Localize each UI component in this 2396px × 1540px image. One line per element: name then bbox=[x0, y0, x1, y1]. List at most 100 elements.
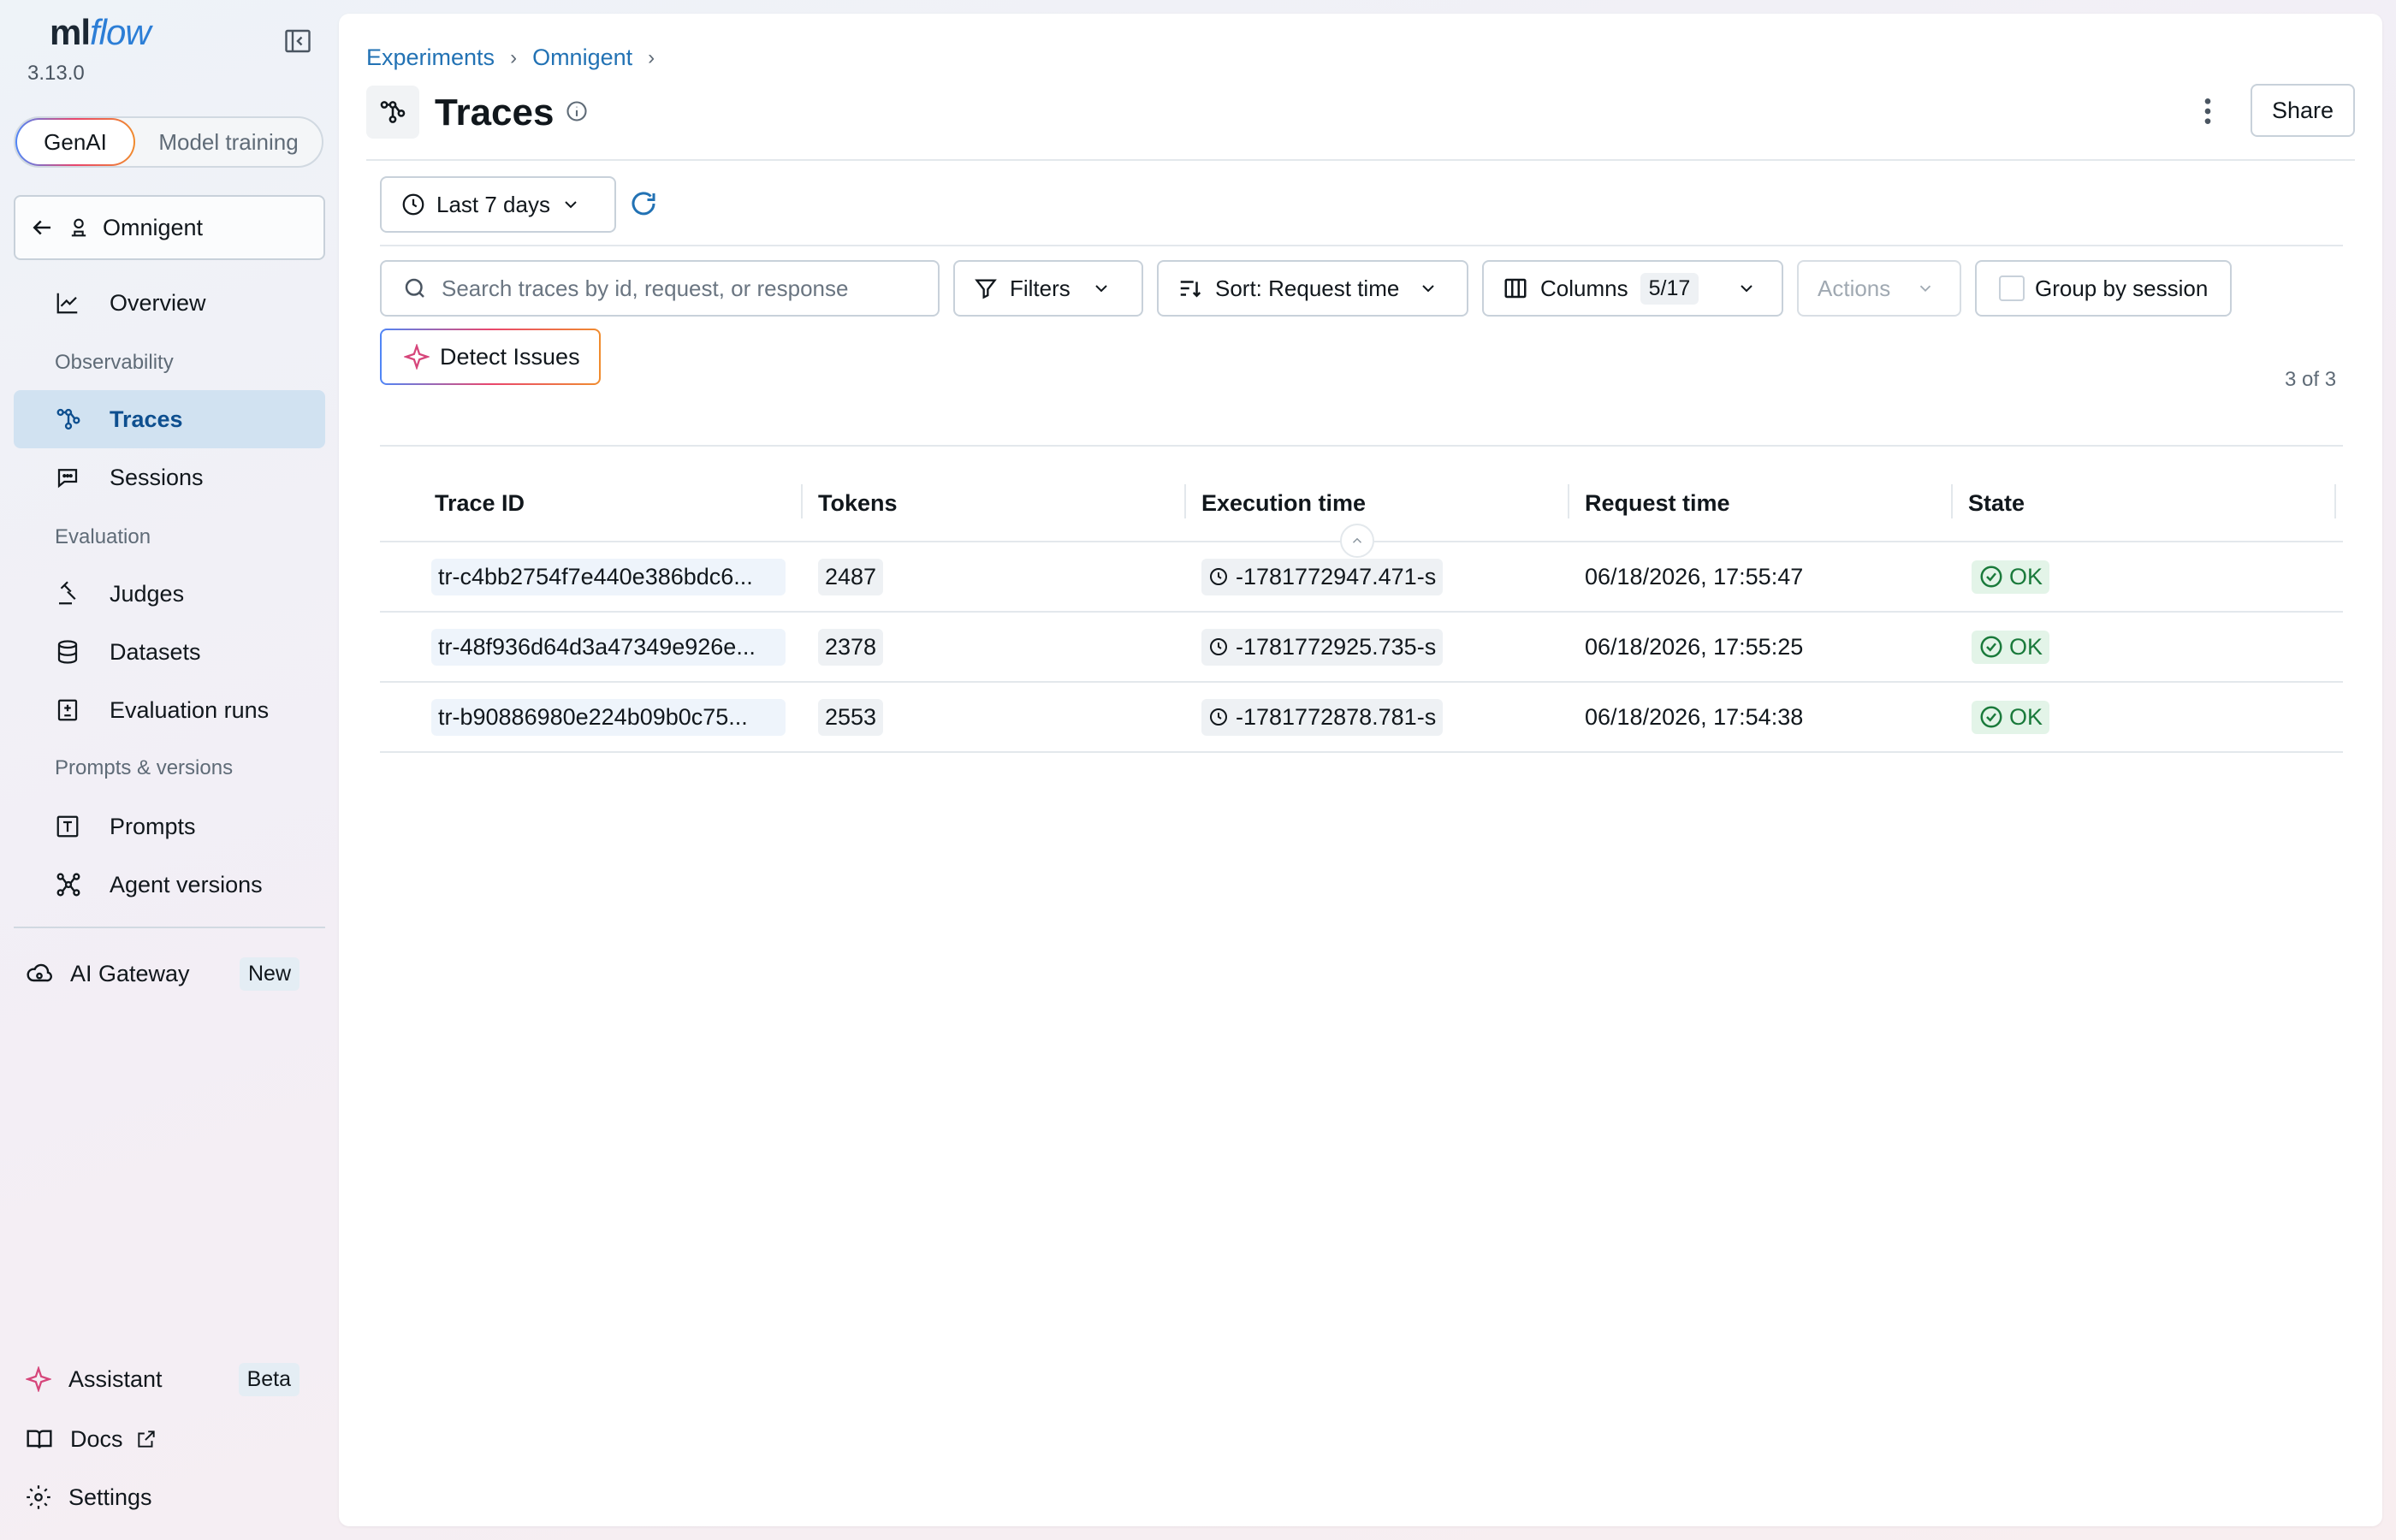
filters-button[interactable]: Filters bbox=[953, 260, 1143, 317]
breadcrumb-separator: › bbox=[510, 45, 518, 69]
sparkle-icon bbox=[26, 1366, 51, 1392]
chevron-down-icon bbox=[1422, 285, 1435, 293]
execution-time-value: -1781772925.735-s bbox=[1201, 628, 1444, 666]
column-header-trace-id[interactable]: Trace ID bbox=[435, 474, 525, 532]
external-link-icon bbox=[137, 1430, 155, 1448]
state-badge: OK bbox=[1972, 560, 2050, 594]
search-field[interactable] bbox=[442, 275, 921, 302]
column-header-tokens[interactable]: Tokens bbox=[818, 474, 898, 532]
traces-icon bbox=[56, 408, 80, 430]
column-resizer[interactable] bbox=[2334, 484, 2336, 518]
columns-icon bbox=[1504, 278, 1527, 299]
sidebar-divider bbox=[14, 927, 325, 928]
beta-badge: Beta bbox=[238, 1362, 300, 1396]
chevron-down-icon bbox=[1920, 285, 1931, 293]
traces-table: Trace ID Tokens Execution time Request t… bbox=[380, 474, 2343, 753]
info-icon[interactable] bbox=[565, 99, 589, 127]
column-header-execution-time[interactable]: Execution time bbox=[1201, 474, 1366, 532]
table-row[interactable]: tr-b90886980e224b09b0c75... 2553 -178177… bbox=[380, 683, 2343, 753]
column-resizer[interactable] bbox=[1568, 484, 1569, 518]
table-header: Trace ID Tokens Execution time Request t… bbox=[380, 474, 2343, 558]
column-resizer[interactable] bbox=[1184, 484, 1186, 518]
sidebar-item-agent-versions[interactable]: Agent versions bbox=[14, 856, 325, 914]
tokens-value: 2553 bbox=[818, 698, 884, 736]
main-panel: Experiments › Omnigent › Traces Share La… bbox=[339, 14, 2382, 1526]
clock-icon bbox=[402, 193, 424, 216]
sort-button[interactable]: Sort: Request time bbox=[1157, 260, 1468, 317]
page-title: Traces bbox=[435, 92, 555, 133]
section-observability: Observability bbox=[55, 351, 174, 374]
cloud-gateway-icon bbox=[27, 963, 52, 982]
sidebar-item-settings[interactable]: Settings bbox=[26, 1475, 152, 1519]
more-options-icon[interactable] bbox=[2196, 94, 2220, 133]
experiment-selector[interactable]: Omnigent bbox=[14, 195, 325, 260]
state-badge: OK bbox=[1972, 700, 2050, 734]
header-divider bbox=[366, 159, 2355, 161]
sidebar-item-traces[interactable]: Traces bbox=[14, 390, 325, 448]
trace-id-link[interactable]: tr-c4bb2754f7e440e386bdc6... bbox=[431, 558, 786, 595]
columns-button[interactable]: Columns 5/17 bbox=[1482, 260, 1783, 317]
sidebar-item-overview[interactable]: Overview bbox=[14, 274, 325, 332]
share-button[interactable]: Share bbox=[2251, 84, 2355, 137]
chat-bubble-icon bbox=[57, 469, 78, 489]
sidebar-item-datasets[interactable]: Datasets bbox=[14, 623, 325, 681]
sparkle-icon bbox=[404, 344, 430, 370]
chevron-down-icon bbox=[1741, 285, 1753, 293]
request-time-value: 06/18/2026, 17:55:47 bbox=[1585, 563, 1804, 589]
mode-genai-button[interactable]: GenAI bbox=[15, 118, 135, 166]
trace-id-link[interactable]: tr-48f936d64d3a47349e926e... bbox=[431, 628, 786, 666]
breadcrumb: Experiments › Omnigent › bbox=[366, 44, 655, 71]
sort-icon bbox=[1180, 281, 1201, 298]
flask-icon bbox=[71, 218, 86, 237]
chevron-down-icon bbox=[1095, 285, 1107, 293]
sidebar-item-ai-gateway[interactable]: AI Gateway New bbox=[26, 951, 300, 996]
search-input[interactable] bbox=[380, 260, 940, 317]
sidebar-item-prompts[interactable]: Prompts bbox=[14, 797, 325, 856]
breadcrumb-experiments[interactable]: Experiments bbox=[366, 44, 495, 71]
column-header-request-time[interactable]: Request time bbox=[1585, 474, 1730, 532]
column-resizer[interactable] bbox=[1951, 484, 1953, 518]
text-box-icon bbox=[56, 815, 79, 838]
detect-issues-button[interactable]: Detect Issues bbox=[380, 329, 601, 385]
columns-count-badge: 5/17 bbox=[1640, 272, 1699, 305]
group-by-session-checkbox[interactable] bbox=[1999, 275, 2025, 301]
table-row[interactable]: tr-c4bb2754f7e440e386bdc6... 2487 -17817… bbox=[380, 542, 2343, 613]
version-label: 3.13.0 bbox=[27, 62, 85, 85]
trace-id-link[interactable]: tr-b90886980e224b09b0c75... bbox=[431, 698, 786, 736]
experiment-name: Omnigent bbox=[103, 214, 204, 240]
back-arrow-icon[interactable] bbox=[29, 215, 55, 240]
execution-time-value: -1781772947.471-s bbox=[1201, 558, 1444, 595]
table-row[interactable]: tr-48f936d64d3a47349e926e... 2378 -17817… bbox=[380, 613, 2343, 683]
sidebar-item-evaluation-runs[interactable]: Evaluation runs bbox=[14, 681, 325, 739]
breadcrumb-omnigent[interactable]: Omnigent bbox=[532, 44, 632, 71]
collapse-sidebar-icon[interactable] bbox=[282, 26, 313, 56]
date-range-select[interactable]: Last 7 days bbox=[380, 176, 616, 233]
traces-icon bbox=[366, 86, 419, 139]
filter-icon bbox=[975, 279, 997, 299]
check-circle-icon bbox=[1980, 636, 2002, 658]
check-circle-icon bbox=[1980, 566, 2002, 588]
clock-icon bbox=[1210, 708, 1227, 726]
actions-button[interactable]: Actions bbox=[1797, 260, 1961, 317]
book-icon bbox=[27, 1430, 52, 1448]
sidebar-item-docs[interactable]: Docs bbox=[26, 1417, 157, 1461]
mode-toggle: GenAI Model training bbox=[14, 116, 323, 168]
gear-icon bbox=[27, 1485, 50, 1509]
clock-icon bbox=[1210, 568, 1227, 585]
mlflow-logo[interactable]: mlflow bbox=[50, 12, 151, 53]
chart-icon bbox=[56, 293, 78, 314]
breadcrumb-separator: › bbox=[648, 45, 655, 69]
column-header-state[interactable]: State bbox=[1968, 474, 2025, 532]
mode-training-button[interactable]: Model training bbox=[135, 129, 322, 156]
column-resizer[interactable] bbox=[801, 484, 803, 518]
row-count: 3 of 3 bbox=[2285, 368, 2337, 391]
new-badge: New bbox=[239, 957, 300, 991]
refresh-icon[interactable] bbox=[628, 188, 659, 223]
sidebar-item-judges[interactable]: Judges bbox=[14, 565, 325, 623]
sidebar-item-assistant[interactable]: Assistant Beta bbox=[26, 1357, 300, 1401]
check-circle-icon bbox=[1980, 706, 2002, 728]
sidebar-item-sessions[interactable]: Sessions bbox=[14, 448, 325, 506]
group-by-session-toggle[interactable]: Group by session bbox=[1975, 260, 2232, 317]
request-time-value: 06/18/2026, 17:55:25 bbox=[1585, 633, 1804, 660]
search-icon bbox=[405, 278, 424, 298]
